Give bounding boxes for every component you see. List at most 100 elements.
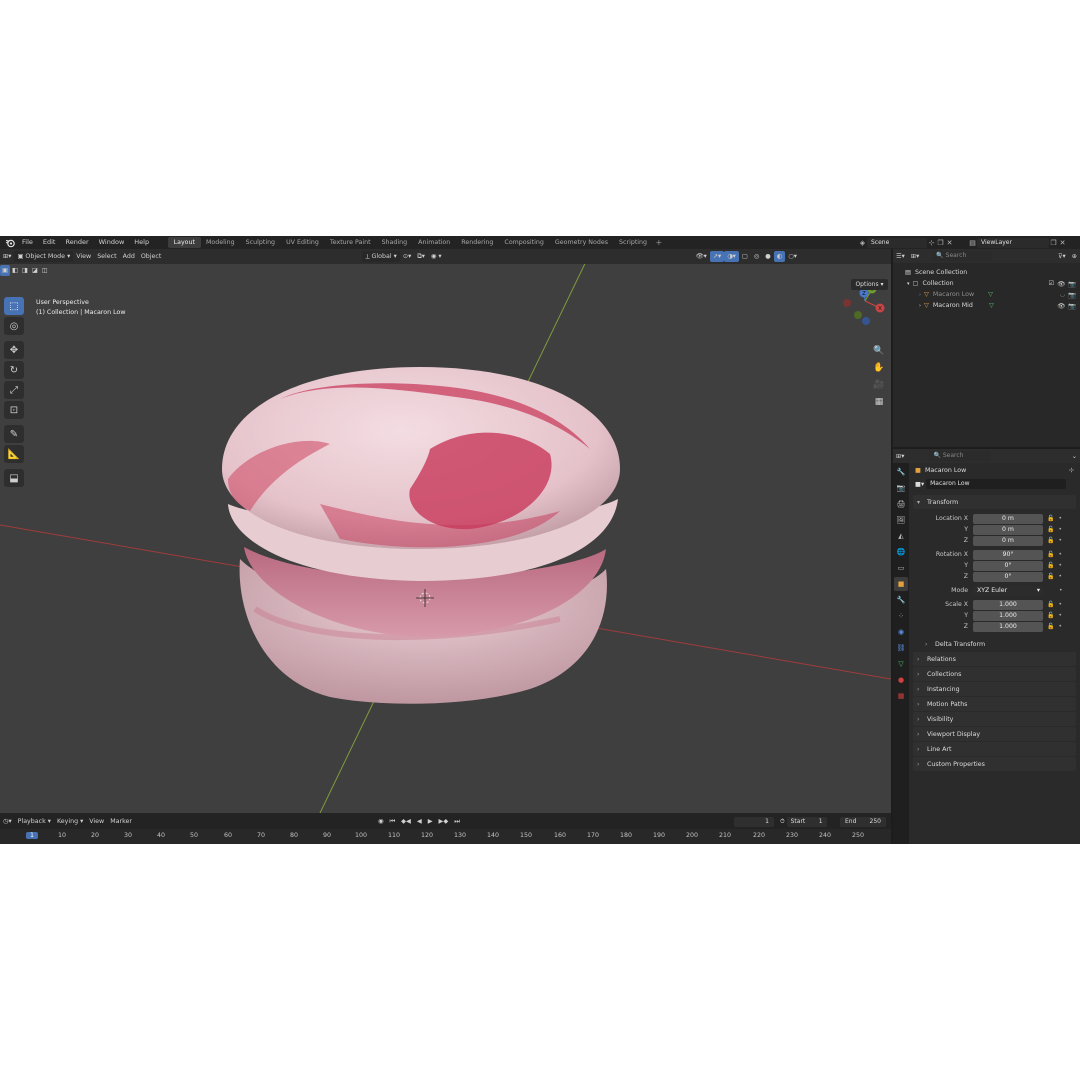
output-tab-icon[interactable]: 🖨 (894, 497, 908, 511)
menu-select[interactable]: Select (94, 251, 119, 262)
tool-tab-icon[interactable]: 🔧 (894, 465, 908, 479)
keyframe-dot-icon[interactable]: • (1058, 562, 1062, 569)
gizmo-neg-x-icon[interactable] (843, 299, 851, 307)
tab-modeling[interactable]: Modeling (201, 237, 241, 248)
lock-icon[interactable]: 🔓 (1047, 562, 1054, 569)
tab-sculpting[interactable]: Sculpting (240, 237, 280, 248)
modifier-tab-icon[interactable]: 🔧 (894, 593, 908, 607)
add-cube-tool-icon[interactable]: ⬓ (4, 469, 24, 487)
collection-tab-icon[interactable]: ▭ (894, 561, 908, 575)
constraints-tab-icon[interactable]: ⛓ (894, 641, 908, 655)
menu-window[interactable]: Window (94, 236, 130, 249)
prev-keyframe-icon[interactable]: ◆◀ (398, 816, 414, 827)
tab-scripting[interactable]: Scripting (614, 237, 653, 248)
world-tab-icon[interactable]: 🌐 (894, 545, 908, 559)
texture-tab-icon[interactable]: ▦ (894, 689, 908, 703)
visibility-icon[interactable]: 👁▾ (693, 251, 710, 262)
menu-view[interactable]: View (73, 251, 94, 262)
close-icon[interactable]: ✕ (945, 238, 954, 247)
particles-tab-icon[interactable]: ⁘ (894, 609, 908, 623)
rotation-z-field[interactable]: 0° (973, 571, 1043, 582)
select-extend-icon[interactable]: ◧ (10, 265, 20, 276)
proportional-edit-icon[interactable]: ◉ ▾ (428, 251, 445, 262)
keyframe-dot-icon[interactable]: • (1058, 526, 1062, 533)
keyframe-dot-icon[interactable]: • (1058, 537, 1062, 544)
view-layer-name[interactable]: ViewLayer (977, 237, 1049, 248)
tab-geometry-nodes[interactable]: Geometry Nodes (549, 237, 613, 248)
editor-type-icon[interactable]: ⊞▾ (0, 251, 14, 262)
material-tab-icon[interactable]: ● (894, 673, 908, 687)
menu-marker[interactable]: Marker (107, 816, 135, 827)
menu-keying[interactable]: Keying ▾ (54, 816, 86, 827)
zoom-icon[interactable]: 🔍 (871, 344, 887, 358)
tab-uv-editing[interactable]: UV Editing (281, 237, 325, 248)
perspective-toggle-icon[interactable]: ▦ (871, 395, 887, 409)
play-reverse-icon[interactable]: ◀ (414, 816, 425, 827)
lock-icon[interactable]: 🔓 (1047, 515, 1054, 522)
physics-tab-icon[interactable]: ◉ (894, 625, 908, 639)
pin-icon[interactable]: ⊹ (1069, 467, 1074, 474)
expand-arrow-icon[interactable]: › (919, 292, 921, 298)
scale-x-field[interactable]: 1.000 (973, 599, 1043, 610)
outliner-search-input[interactable]: 🔍 Search (932, 251, 993, 261)
options-dropdown[interactable]: Options ▾ (851, 279, 888, 290)
timeline-ruler[interactable]: 1 10 20 30 40 50 60 70 80 90 100 110 120… (0, 829, 891, 844)
select-box-tool-icon[interactable]: ⬚ (4, 297, 24, 315)
rotation-x-field[interactable]: 90° (973, 549, 1043, 560)
measure-tool-icon[interactable]: 📐 (4, 445, 24, 463)
view-layer-tab-icon[interactable]: 🖼 (894, 513, 908, 527)
cursor-tool-icon[interactable]: ◎ (4, 317, 24, 335)
pin-icon[interactable]: ⊹ (927, 238, 936, 247)
collections-panel-header[interactable]: › Collections (913, 667, 1076, 681)
gizmo-toggle-icon[interactable]: ↗▾ (709, 251, 725, 262)
scene-name[interactable]: Scene (867, 237, 927, 248)
scale-tool-icon[interactable]: ⤢ (4, 381, 24, 399)
camera-view-icon[interactable]: 🎥 (871, 378, 887, 392)
rotation-mode-dropdown[interactable]: XYZ Euler ▾ (973, 585, 1043, 596)
menu-timeline-view[interactable]: View (86, 816, 107, 827)
properties-editor-icon[interactable]: ⊞▾ (893, 451, 907, 462)
expand-arrow-icon[interactable]: › (919, 303, 921, 309)
keyframe-dot-icon[interactable]: • (1058, 551, 1062, 558)
next-keyframe-icon[interactable]: ▶◆ (436, 816, 452, 827)
transform-tool-icon[interactable]: ⊡ (4, 401, 24, 419)
keyframe-dot-icon[interactable]: • (1058, 515, 1062, 522)
blender-logo-icon[interactable] (3, 236, 17, 249)
lock-icon[interactable]: 🔓 (1047, 623, 1054, 630)
outliner-editor-icon[interactable]: ☰▾ (893, 251, 908, 262)
current-frame-field[interactable]: 1 (734, 817, 774, 827)
gizmo-neg-z-icon[interactable] (862, 317, 870, 325)
menu-add[interactable]: Add (120, 251, 138, 262)
instancing-panel-header[interactable]: › Instancing (913, 682, 1076, 696)
object-tab-icon[interactable]: ■ (894, 577, 908, 591)
eye-icon[interactable]: 👁 (1057, 280, 1065, 288)
record-icon[interactable]: ◉ (375, 816, 387, 827)
add-workspace-button[interactable]: + (653, 238, 666, 247)
tick-1[interactable]: 1 (25, 832, 39, 839)
display-mode-icon[interactable]: ⊞▾ (908, 251, 922, 262)
tab-shading[interactable]: Shading (376, 237, 413, 248)
jump-end-icon[interactable]: ⏭ (451, 816, 463, 827)
select-invert-icon[interactable]: ◪ (30, 265, 40, 276)
snap-icon[interactable]: ⧉▾ (414, 251, 428, 262)
copy-layer-icon[interactable]: ❐ (1049, 238, 1058, 247)
select-intersect-icon[interactable]: ◫ (40, 265, 50, 276)
menu-playback[interactable]: Playback ▾ (15, 816, 54, 827)
line-art-panel-header[interactable]: › Line Art (913, 742, 1076, 756)
outliner-item-macaron-mid[interactable]: › ▽ Macaron Mid ▽ 👁 📷 (893, 300, 1080, 311)
tab-layout[interactable]: Layout (168, 237, 201, 248)
select-subtract-icon[interactable]: ◨ (20, 265, 30, 276)
pan-hand-icon[interactable]: ✋ (871, 361, 887, 375)
move-tool-icon[interactable]: ✥ (4, 341, 24, 359)
properties-search-input[interactable]: 🔍 Search (929, 451, 992, 461)
keyframe-dot-icon[interactable]: • (1059, 587, 1063, 594)
eye-icon[interactable]: 👁 (1057, 302, 1065, 310)
gizmo-neg-y-icon[interactable] (854, 311, 862, 319)
rotate-tool-icon[interactable]: ↻ (4, 361, 24, 379)
custom-properties-panel-header[interactable]: › Custom Properties (913, 757, 1076, 771)
scene-tab-icon[interactable]: ◭ (894, 529, 908, 543)
3d-viewport[interactable]: Z X Y ⊞▾ ▣ Object Mode ▾ View Select Add… (0, 249, 891, 813)
overlay-toggle-icon[interactable]: ◑▾ (724, 251, 739, 262)
xray-icon[interactable]: ▢ (739, 251, 751, 262)
object-type-icon[interactable]: ■▾ (915, 481, 924, 488)
